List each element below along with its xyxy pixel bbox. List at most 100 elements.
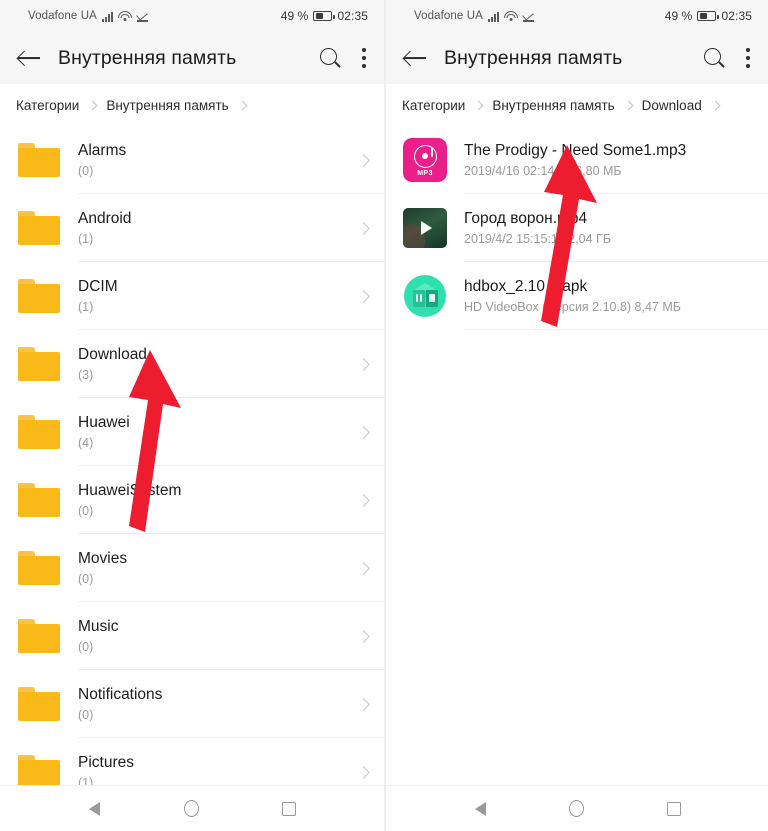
chevron-right-icon: [87, 100, 98, 110]
folder-name: Android: [78, 209, 132, 227]
overflow-menu-icon[interactable]: [745, 48, 750, 69]
list-item-text: Movies (0): [78, 549, 349, 587]
chevron-right-icon: [357, 629, 370, 643]
file-list: MP3 The Prodigy - Need Some1.mp3 2019/4/…: [386, 126, 768, 785]
folder-name: Alarms: [78, 141, 127, 159]
battery-percent-label: 49 %: [280, 9, 309, 23]
file-name: hdbox_2.10.8.apk: [464, 277, 588, 295]
list-item-text: Notifications (0): [78, 685, 349, 723]
list-item-text: Город ворон.mp4 2019/4/2 15:15:16 2,04 Г…: [464, 209, 752, 247]
breadcrumb-item-1[interactable]: Внутренняя память: [106, 98, 228, 113]
list-item-text: Music (0): [78, 617, 349, 655]
chevron-right-icon: [623, 100, 634, 110]
nav-home-icon[interactable]: [169, 794, 215, 824]
dual-screenshot-container: Vodafone UA 49 % 02:35 Внутренняя память…: [0, 0, 768, 831]
mp3-file-icon: MP3: [402, 137, 448, 183]
status-bar: Vodafone UA 49 % 02:35: [386, 0, 768, 32]
folder-icon: [16, 409, 62, 455]
folder-icon: [16, 681, 62, 727]
wifi-icon: [118, 10, 133, 22]
breadcrumb-item-0[interactable]: Категории: [16, 98, 79, 113]
list-item-mp3[interactable]: MP3 The Prodigy - Need Some1.mp3 2019/4/…: [386, 126, 768, 194]
status-bar-left: Vodafone UA: [28, 10, 149, 22]
carrier-label: Vodafone UA: [28, 10, 97, 22]
list-item[interactable]: Huawei (4): [0, 398, 384, 466]
app-bar: Внутренняя память: [0, 32, 384, 84]
nav-back-icon[interactable]: [72, 794, 118, 824]
folder-name: Huawei: [78, 413, 130, 431]
status-bar: Vodafone UA 49 % 02:35: [0, 0, 384, 32]
clock-label: 02:35: [721, 9, 752, 23]
back-arrow-icon[interactable]: [404, 49, 427, 67]
list-item-video[interactable]: Город ворон.mp4 2019/4/2 15:15:16 2,04 Г…: [386, 194, 768, 262]
nav-back-icon[interactable]: [457, 794, 503, 824]
file-name: The Prodigy - Need Some1.mp3: [464, 141, 687, 159]
list-item-text: DCIM (1): [78, 277, 349, 315]
breadcrumb-item-2[interactable]: Download: [642, 98, 702, 113]
list-item[interactable]: HuaweiSystem (0): [0, 466, 384, 534]
back-arrow-icon[interactable]: [18, 49, 41, 67]
battery-icon: [697, 10, 719, 22]
folder-count: (1): [78, 776, 94, 785]
overflow-menu-icon[interactable]: [361, 48, 366, 69]
folder-icon: [16, 749, 62, 785]
chevron-right-icon: [357, 425, 370, 439]
list-item-download[interactable]: Download (3): [0, 330, 384, 398]
chevron-right-icon: [357, 697, 370, 711]
page-title: Внутренняя память: [444, 46, 623, 69]
nav-recents-icon[interactable]: [266, 794, 312, 824]
folder-count: (0): [78, 708, 94, 723]
folder-icon: [16, 205, 62, 251]
folder-name: Download: [78, 345, 147, 363]
list-item-text: Alarms (0): [78, 141, 349, 179]
list-item-apk[interactable]: hdbox_2.10.8.apk HD VideoBox (Версия 2.1…: [386, 262, 768, 330]
list-item[interactable]: DCIM (1): [0, 262, 384, 330]
list-item-text: Pictures (1): [78, 753, 349, 785]
list-item-text: Download (3): [78, 345, 349, 383]
nav-recents-icon[interactable]: [651, 794, 697, 824]
search-icon[interactable]: [320, 47, 341, 69]
wifi-icon: [504, 10, 519, 22]
signal-icon: [101, 11, 114, 22]
file-meta: 2019/4/2 15:15:16 2,04 ГБ: [464, 232, 612, 247]
folder-name: Music: [78, 617, 119, 635]
list-item-text: Android (1): [78, 209, 349, 247]
file-name: Город ворон.mp4: [464, 209, 588, 227]
folder-count: (0): [78, 640, 94, 655]
file-meta: HD VideoBox (Версия 2.10.8) 8,47 МБ: [464, 300, 681, 315]
chevron-right-icon: [357, 493, 370, 507]
list-item[interactable]: Movies (0): [0, 534, 384, 602]
folder-count: (4): [78, 436, 94, 451]
phone-screen-right: Vodafone UA 49 % 02:35 Внутренняя память…: [384, 0, 768, 831]
chevron-right-icon: [473, 100, 484, 110]
list-item[interactable]: Music (0): [0, 602, 384, 670]
carrier-label: Vodafone UA: [414, 10, 483, 22]
folder-count: (1): [78, 300, 94, 315]
breadcrumb-item-0[interactable]: Категории: [402, 98, 465, 113]
breadcrumb-item-1[interactable]: Внутренняя память: [492, 98, 614, 113]
data-transfer-icon: [523, 11, 535, 22]
navigation-bar: [386, 785, 768, 831]
search-icon[interactable]: [704, 47, 725, 69]
list-item[interactable]: Pictures (1): [0, 738, 384, 785]
list-item[interactable]: Alarms (0): [0, 126, 384, 194]
list-item[interactable]: Notifications (0): [0, 670, 384, 738]
apk-file-icon: [402, 273, 448, 319]
folder-icon: [16, 613, 62, 659]
chevron-right-icon: [710, 100, 721, 110]
data-transfer-icon: [137, 11, 149, 22]
list-item-text: hdbox_2.10.8.apk HD VideoBox (Версия 2.1…: [464, 277, 752, 315]
app-bar-actions: [704, 47, 750, 69]
app-bar: Внутренняя память: [386, 32, 768, 84]
list-item-text: Huawei (4): [78, 413, 349, 451]
folder-name: Notifications: [78, 685, 163, 703]
folder-count: (0): [78, 164, 94, 179]
folder-name: HuaweiSystem: [78, 481, 182, 499]
nav-home-icon[interactable]: [554, 794, 600, 824]
status-bar-left: Vodafone UA: [414, 10, 535, 22]
folder-count: (1): [78, 232, 94, 247]
chevron-right-icon: [357, 765, 370, 779]
folder-name: DCIM: [78, 277, 118, 295]
breadcrumb: Категории Внутренняя память Download: [386, 84, 768, 126]
list-item[interactable]: Android (1): [0, 194, 384, 262]
